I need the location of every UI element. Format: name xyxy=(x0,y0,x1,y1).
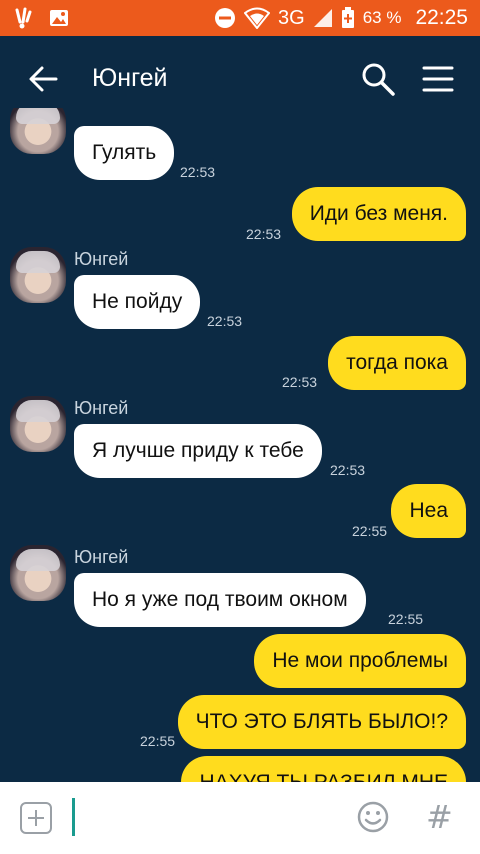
avatar[interactable] xyxy=(10,545,66,601)
do-not-disturb-icon xyxy=(215,8,235,28)
search-icon[interactable] xyxy=(360,61,396,97)
outgoing-message[interactable]: Иди без меня. xyxy=(291,187,466,241)
status-left-icons xyxy=(14,6,70,30)
outgoing-message[interactable]: ЧТО ЭТО БЛЯТЬ БЫЛО!? xyxy=(177,695,466,749)
message-time: 22:53 xyxy=(246,226,282,242)
message-input[interactable] xyxy=(70,800,340,836)
message-time: 22:53 xyxy=(180,164,216,180)
hamburger-menu-icon[interactable] xyxy=(422,63,454,95)
outgoing-message[interactable]: Неа xyxy=(391,484,466,538)
status-time: 22:25 xyxy=(415,6,468,29)
status-right-icons: 3G 63 % 22:25 xyxy=(214,6,468,30)
hashtag-button[interactable]: # xyxy=(426,798,453,836)
image-icon xyxy=(50,10,68,26)
message-time: 22:55 xyxy=(388,611,424,627)
incoming-message[interactable]: Я лучше приду к тебе xyxy=(74,424,322,478)
incoming-message[interactable]: Гулять xyxy=(74,126,175,180)
battery-icon xyxy=(341,7,354,28)
message-time: 22:53 xyxy=(207,313,243,329)
message-time: 22:53 xyxy=(282,374,318,390)
message-list[interactable]: Гулять 22:53 Иди без меня. 22:53 Юнгей Н… xyxy=(0,108,480,782)
battery-percent: 63 % xyxy=(362,8,402,27)
incoming-message[interactable]: Не пойду xyxy=(74,275,201,329)
wifi-icon xyxy=(244,7,270,29)
sender-name: Юнгей xyxy=(74,547,129,567)
text-cursor xyxy=(72,798,75,836)
sender-name: Юнгей xyxy=(74,249,129,269)
signal-icon xyxy=(313,9,332,27)
message-time: 22:55 xyxy=(352,523,388,539)
smiley-icon[interactable] xyxy=(356,800,390,834)
outgoing-message[interactable]: НАХУЯ ТЫ РАЗБИЛ МНЕ xyxy=(181,756,466,782)
incoming-message[interactable]: Но я уже под твоим окном xyxy=(74,573,366,627)
plus-square-icon[interactable] xyxy=(20,802,52,834)
message-time: 22:53 xyxy=(330,462,366,478)
chat-title[interactable]: Юнгей xyxy=(92,64,168,93)
outgoing-message[interactable]: тогда пока xyxy=(328,336,466,390)
avatar[interactable] xyxy=(10,247,66,303)
outgoing-message[interactable]: Не мои проблемы xyxy=(254,634,466,688)
notification-icon xyxy=(15,7,32,29)
avatar[interactable] xyxy=(10,396,66,452)
arrow-left-icon[interactable] xyxy=(26,62,60,96)
status-bar: 3G 63 % 22:25 xyxy=(0,0,480,36)
network-type: 3G xyxy=(278,6,305,29)
message-composer: # xyxy=(0,782,480,854)
avatar[interactable] xyxy=(10,108,66,154)
sender-name: Юнгей xyxy=(74,398,129,418)
message-time: 22:55 xyxy=(140,733,176,749)
